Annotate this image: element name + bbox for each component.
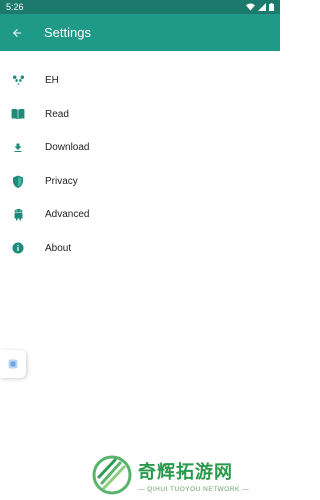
menu-item-about[interactable]: About (0, 232, 280, 266)
status-time: 5:26 (6, 2, 24, 12)
wifi-icon (246, 3, 255, 11)
menu-item-label: Download (45, 142, 90, 154)
watermark-chinese: 奇辉拓游网 (138, 461, 233, 483)
info-icon (0, 242, 34, 254)
menu-item-label: About (45, 242, 72, 254)
menu-item-label: Read (45, 108, 69, 120)
watermark-english: — QIHUI TUOYOU NETWORK — (138, 485, 250, 493)
cellular-icon (258, 3, 266, 11)
watermark: 奇辉拓游网 — QIHUI TUOYOU NETWORK — (92, 450, 280, 500)
menu-item-label: Privacy (45, 175, 78, 187)
android-icon (0, 208, 34, 221)
settings-menu: EH Read Download Privacy Advanced About (0, 64, 280, 265)
menu-item-privacy[interactable]: Privacy (0, 165, 280, 199)
menu-item-read[interactable]: Read (0, 98, 280, 132)
floating-assistant-button[interactable] (0, 350, 26, 378)
arrow-left-icon (13, 28, 21, 37)
back-button[interactable] (0, 14, 34, 51)
menu-item-label: Advanced (45, 209, 90, 221)
menu-item-label: EH (45, 75, 59, 87)
watermark-logo (92, 455, 132, 495)
battery-icon (269, 3, 274, 11)
panda-icon (0, 74, 34, 87)
shield-icon (0, 175, 34, 188)
menu-item-download[interactable]: Download (0, 131, 280, 165)
assistant-icon (8, 359, 18, 369)
menu-item-eh[interactable]: EH (0, 64, 280, 98)
page-title: Settings (44, 25, 91, 40)
download-icon (0, 142, 34, 154)
status-icons (246, 3, 274, 11)
status-bar: 5:26 (0, 0, 280, 14)
book-icon (0, 108, 34, 120)
app-bar: Settings (0, 14, 280, 51)
menu-item-advanced[interactable]: Advanced (0, 198, 280, 232)
